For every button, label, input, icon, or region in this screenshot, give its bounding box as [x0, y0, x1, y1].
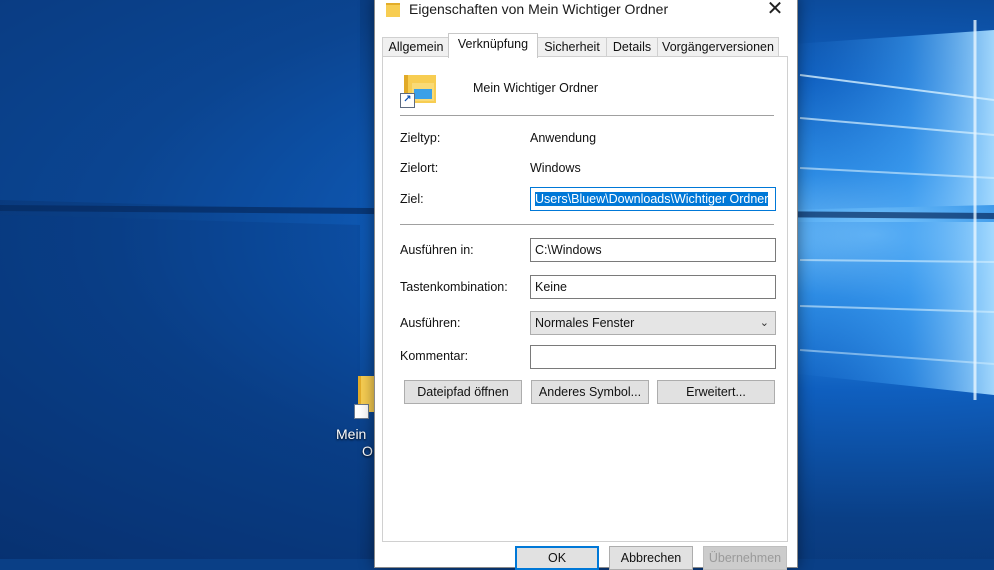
zieltyp-label: Zieltyp: — [400, 131, 441, 145]
properties-dialog: Eigenschaften von Mein Wichtiger Ordner … — [374, 0, 798, 570]
ok-button[interactable]: OK — [515, 546, 599, 570]
tastenkombination-value: Keine — [535, 280, 567, 294]
ausfuehren-in-label: Ausführen in: — [400, 243, 474, 257]
tab-sicherheit[interactable]: Sicherheit — [537, 37, 607, 57]
ausfuehren-in-value: C:\Windows — [535, 243, 602, 257]
tab-vorgaengerversionen[interactable]: Vorgängerversionen — [657, 37, 779, 57]
folder-shortcut-icon: ↗ — [400, 75, 436, 108]
ziel-input[interactable]: Users\Bluew\Downloads\Wichtiger Ordner — [530, 187, 776, 211]
zielort-label: Zielort: — [400, 161, 439, 175]
ziel-label: Ziel: — [400, 192, 424, 206]
ausfuehren-label: Ausführen: — [400, 316, 461, 330]
folder-icon — [386, 3, 400, 17]
anderes-symbol-button[interactable]: Anderes Symbol... — [531, 380, 649, 404]
item-name: Mein Wichtiger Ordner — [473, 81, 599, 95]
zieltyp-value: Anwendung — [530, 131, 597, 145]
ausfuehren-select-value: Normales Fenster — [535, 316, 635, 330]
divider — [400, 224, 774, 225]
erweitert-button[interactable]: Erweitert... — [657, 380, 775, 404]
kommentar-input[interactable] — [530, 345, 776, 369]
tab-panel-verknuepfung: ↗ Mein Wichtiger Ordner Zieltyp: Anwendu… — [382, 56, 788, 542]
tab-allgemein[interactable]: Allgemein — [382, 37, 450, 57]
ziel-input-value: Users\Bluew\Downloads\Wichtiger Ordner — [535, 192, 769, 206]
dateipfad-oeffnen-button[interactable]: Dateipfad öffnen — [404, 380, 522, 404]
tastenkombination-label: Tastenkombination: — [400, 280, 508, 294]
apply-button[interactable]: Übernehmen — [703, 546, 787, 570]
ausfuehren-in-input[interactable]: C:\Windows — [530, 238, 776, 262]
close-icon: ✕ — [766, 0, 784, 20]
kommentar-label: Kommentar: — [400, 349, 469, 363]
shortcut-arrow-icon — [354, 404, 369, 419]
tastenkombination-input[interactable]: Keine — [530, 275, 776, 299]
cancel-button[interactable]: Abbrechen — [609, 546, 693, 570]
title-bar[interactable]: Eigenschaften von Mein Wichtiger Ordner … — [375, 0, 797, 25]
divider — [400, 115, 774, 116]
zielort-value: Windows — [530, 161, 581, 175]
tab-verknuepfung[interactable]: Verknüpfung — [448, 33, 538, 58]
close-button[interactable]: ✕ — [753, 0, 797, 25]
ausfuehren-select[interactable]: Normales Fenster ⌄ — [530, 311, 776, 335]
dialog-title: Eigenschaften von Mein Wichtiger Ordner — [409, 1, 669, 17]
tab-details[interactable]: Details — [606, 37, 658, 57]
chevron-down-icon: ⌄ — [759, 317, 769, 329]
